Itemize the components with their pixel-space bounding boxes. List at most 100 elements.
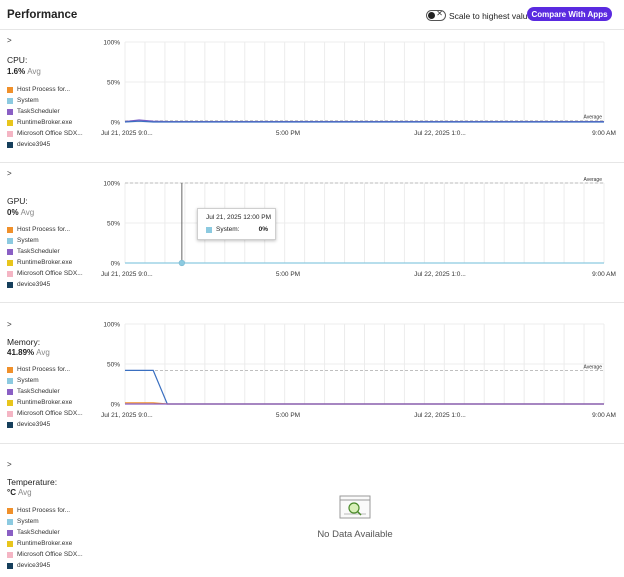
legend-swatch [7,388,13,395]
cpu-legend: Host Process for... System TaskScheduler Ru… [7,84,83,150]
legend-item[interactable]: RuntimeBroker.exe [7,257,83,268]
legend-swatch [7,540,13,547]
legend-label: device3945 [17,141,51,148]
y-tick-label: 50% [107,221,120,228]
tooltip-swatch [206,226,212,233]
legend-swatch [7,281,13,288]
memory-value: 41.89% Avg [7,348,50,357]
tooltip-series: System: [216,226,240,233]
average-label: Average [583,177,602,183]
legend-swatch [7,562,13,569]
legend-item[interactable]: TaskScheduler [7,527,83,538]
legend-item[interactable]: System [7,375,83,386]
tooltip-row: System: 0% [206,226,268,233]
legend-label: RuntimeBroker.exe [17,119,73,126]
legend-label: TaskScheduler [17,388,60,395]
legend-label: System [17,97,39,104]
legend-item[interactable]: System [7,95,83,106]
legend-label: System [17,518,39,525]
legend-label: device3945 [17,421,51,428]
memory-chart: 100% 50% 0% Jul 21, 2025 9:0... 5:00 PM Jul 2… [101,322,616,420]
legend-swatch [7,377,13,384]
legend-item[interactable]: RuntimeBroker.exe [7,538,83,549]
gpu-expand-chevron-icon[interactable]: > [7,169,12,178]
legend-swatch [7,270,13,277]
legend-swatch [7,399,13,406]
average-label: Average [583,115,602,121]
legend-label: TaskScheduler [17,108,60,115]
legend-swatch [7,421,13,428]
toggle-x-icon: ✕ [436,9,443,18]
memory-legend: Host Process for... System TaskScheduler Ru… [7,364,83,430]
hover-point [178,259,185,267]
legend-swatch [7,410,13,417]
legend-item[interactable]: Microsoft Office SDX... [7,549,83,560]
legend-item[interactable]: device3945 [7,419,83,430]
legend-label: System [17,377,39,384]
temperature-avg-value: °C [7,488,16,497]
legend-label: RuntimeBroker.exe [17,399,73,406]
legend-item[interactable]: Microsoft Office SDX... [7,128,83,139]
x-tick-label: 5:00 PM [276,412,300,419]
x-tick-label: Jul 21, 2025 9:0... [101,130,153,137]
legend-label: Host Process for... [17,507,71,514]
legend-item[interactable]: TaskScheduler [7,106,83,117]
legend-item[interactable]: RuntimeBroker.exe [7,397,83,408]
legend-swatch [7,97,13,104]
legend-label: Microsoft Office SDX... [17,551,83,558]
legend-label: device3945 [17,281,51,288]
x-tick-label: 9:00 AM [592,412,616,419]
gpu-legend: Host Process for... System TaskScheduler Ru… [7,224,83,290]
legend-item[interactable]: Host Process for... [7,364,83,375]
legend-label: TaskScheduler [17,529,60,536]
temperature-expand-chevron-icon[interactable]: > [7,460,12,469]
legend-swatch [7,119,13,126]
tooltip-date: Jul 21, 2025 12:00 PM [206,214,272,221]
legend-item[interactable]: Microsoft Office SDX... [7,408,83,419]
legend-label: Host Process for... [17,366,71,373]
cpu-panel: > CPU: 1.6% Avg Host Process for... System… [0,30,624,163]
tooltip-value: 0% [258,226,268,233]
temperature-value: °C Avg [7,488,32,497]
no-data-text: No Data Available [317,529,393,540]
page-title: Performance [7,9,78,21]
legend-label: TaskScheduler [17,248,60,255]
temperature-avg-suffix: Avg [17,488,32,497]
legend-swatch [7,507,13,514]
legend-item[interactable]: TaskScheduler [7,246,83,257]
legend-item[interactable]: Host Process for... [7,224,83,235]
legend-item[interactable]: device3945 [7,279,83,290]
legend-item[interactable]: System [7,516,83,527]
x-tick-label: 9:00 AM [592,130,616,137]
legend-label: Microsoft Office SDX... [17,410,83,417]
legend-item[interactable]: Microsoft Office SDX... [7,268,83,279]
y-tick-label: 100% [103,40,120,47]
compare-with-apps-button[interactable]: Compare With Apps [527,7,612,21]
legend-item[interactable]: System [7,235,83,246]
legend-item[interactable]: device3945 [7,560,83,571]
legend-swatch [7,130,13,137]
y-tick-label: 100% [103,322,120,329]
scale-toggle[interactable]: ✕ [426,9,446,21]
cpu-avg-value: 1.6% [7,67,26,76]
legend-item[interactable]: device3945 [7,139,83,150]
y-tick-label: 50% [107,80,120,87]
y-tick-label: 50% [107,362,120,369]
toggle-knob [428,12,435,19]
cpu-value: 1.6% Avg [7,67,41,76]
legend-item[interactable]: Host Process for... [7,505,83,516]
y-tick-label: 0% [111,402,121,409]
cpu-expand-chevron-icon[interactable]: > [7,36,12,45]
page-header: Performance ✕ Scale to highest value Com… [0,0,624,30]
legend-item[interactable]: TaskScheduler [7,386,83,397]
legend-swatch [7,366,13,373]
legend-item[interactable]: Host Process for... [7,84,83,95]
x-tick-label: Jul 22, 2025 1:0... [414,412,466,419]
memory-expand-chevron-icon[interactable]: > [7,320,12,329]
legend-swatch [7,248,13,255]
gpu-avg-suffix: Avg [20,208,35,217]
legend-label: Microsoft Office SDX... [17,270,83,277]
legend-label: Host Process for... [17,86,71,93]
gpu-avg-value: 0% [7,208,19,217]
legend-item[interactable]: RuntimeBroker.exe [7,117,83,128]
